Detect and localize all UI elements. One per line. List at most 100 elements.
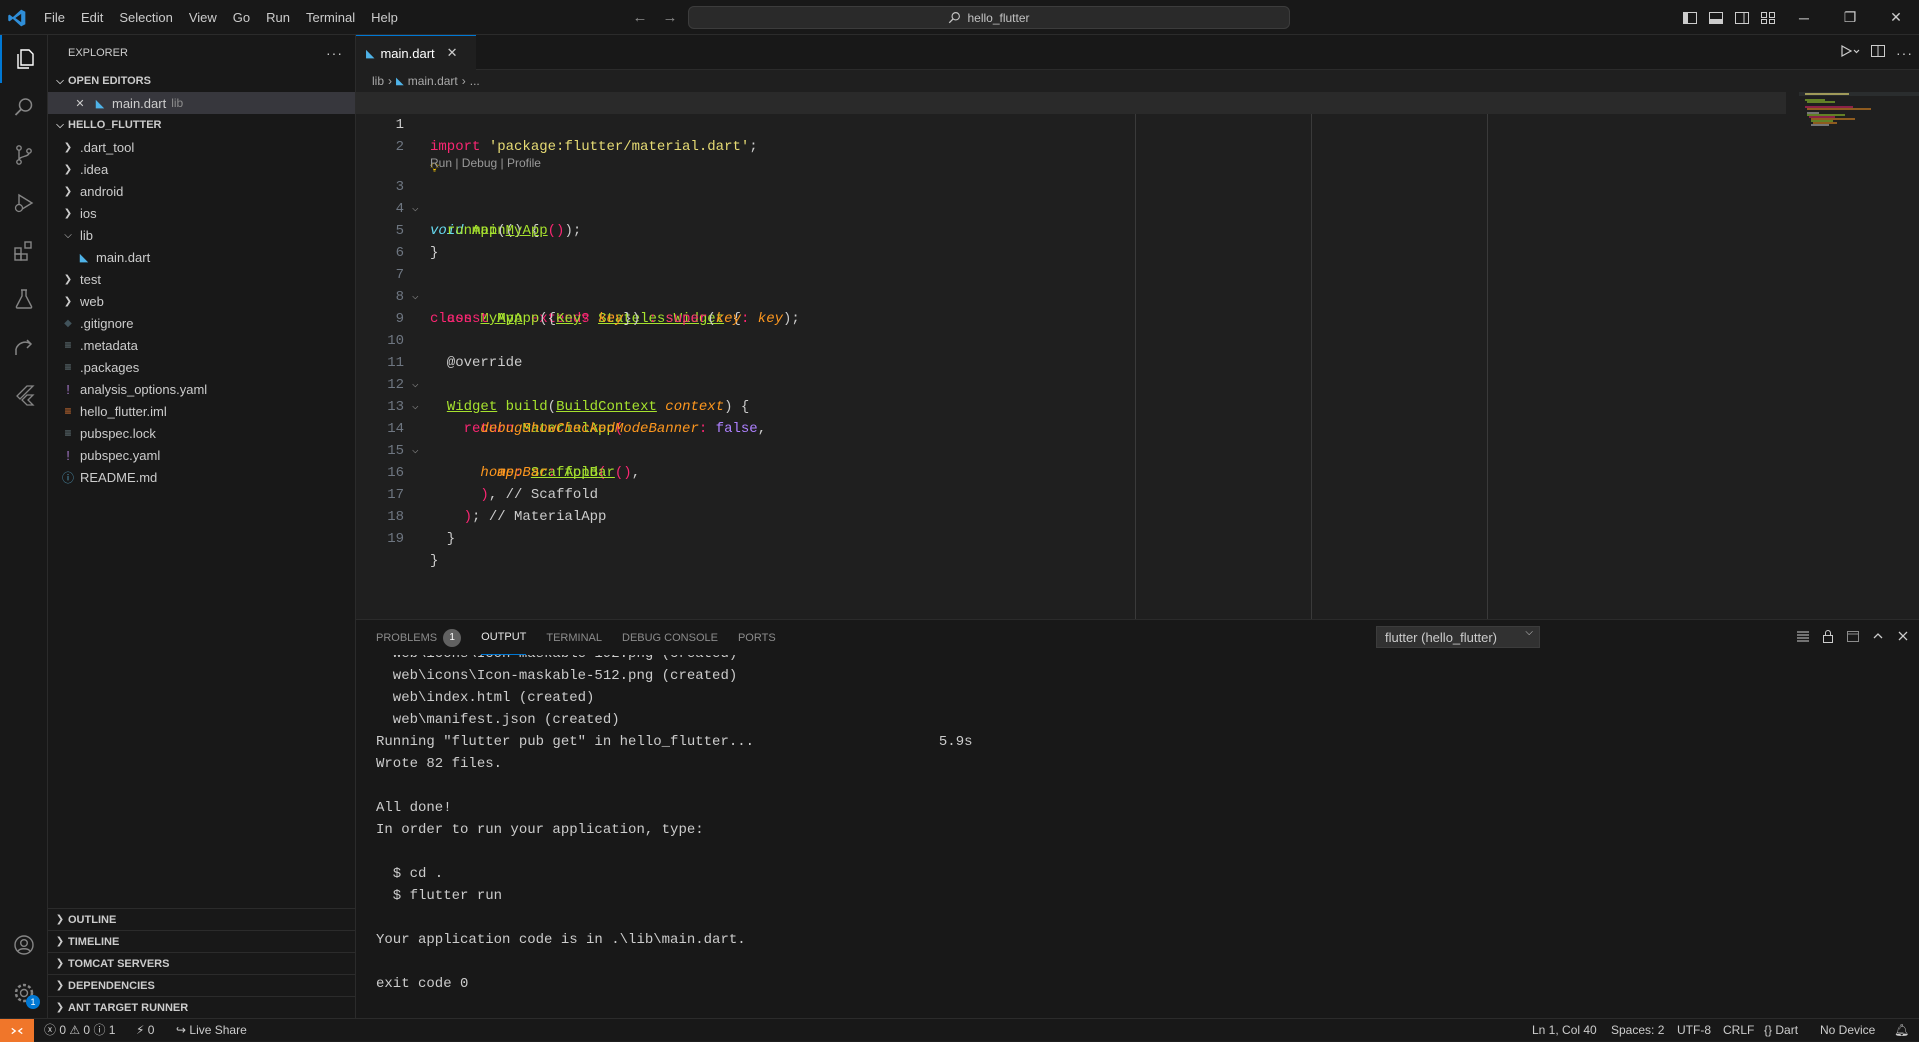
manage-gear-icon[interactable]: 1	[0, 969, 48, 1017]
tree-item[interactable]: ≡ .metadata	[48, 334, 355, 356]
code-lens[interactable]: Run | Debug | Profile	[356, 136, 1786, 170]
tree-item[interactable]: ⓘ README.md	[48, 466, 355, 488]
command-center[interactable]: hello_flutter	[688, 6, 1290, 29]
more-actions-icon[interactable]: ···	[326, 45, 343, 61]
timeline-section[interactable]: ❯ TIMELINE	[48, 930, 356, 952]
back-arrow-icon[interactable]: ←	[630, 8, 650, 28]
remote-indicator[interactable]	[0, 1019, 34, 1042]
live-share-status[interactable]: ↪ Live Share	[176, 1019, 247, 1042]
editor-more-actions-icon[interactable]: ···	[1896, 45, 1913, 61]
tree-item[interactable]: ◣ main.dart	[48, 246, 355, 268]
outline-section[interactable]: ❯ OUTLINE	[48, 908, 356, 930]
tree-item[interactable]: ◆ .gitignore	[48, 312, 355, 334]
close-panel-icon[interactable]	[1895, 628, 1911, 647]
tree-item-label: .gitignore	[80, 315, 134, 331]
breadcrumb-main-dart[interactable]: main.dart	[408, 74, 458, 88]
minimap[interactable]	[1799, 92, 1919, 619]
eol-status[interactable]: CRLF	[1723, 1019, 1754, 1042]
output-line: web\manifest.json (created)	[376, 712, 620, 728]
restore-icon[interactable]: ❐	[1827, 0, 1873, 35]
tree-item[interactable]: ! pubspec.yaml	[48, 444, 355, 466]
toggle-secondary-sidebar-icon[interactable]	[1732, 8, 1752, 28]
tree-item[interactable]: ❯ .idea	[48, 158, 355, 180]
output-line: $ flutter run	[376, 888, 503, 904]
tree-item[interactable]: ≡ hello_flutter.iml	[48, 400, 355, 422]
indentation-status[interactable]: Spaces: 2	[1611, 1019, 1664, 1042]
output-line: All done!	[376, 800, 452, 816]
dependencies-section[interactable]: ❯ DEPENDENCIES	[48, 974, 356, 996]
customize-layout-icon[interactable]	[1758, 8, 1778, 28]
flutter-devtools-icon[interactable]	[0, 371, 48, 419]
output-channel-select[interactable]: flutter (hello_flutter) ⌵	[1376, 626, 1540, 648]
device-status[interactable]: No Device	[1820, 1019, 1875, 1042]
tree-item[interactable]: ❯ .dart_tool	[48, 136, 355, 158]
output-view[interactable]: web\icons\Icon-maskable-192.png (created…	[376, 655, 1896, 1019]
menu-terminal[interactable]: Terminal	[298, 6, 363, 30]
close-window-icon[interactable]: ✕	[1873, 0, 1919, 35]
tomcat-servers-section[interactable]: ❯ TOMCAT SERVERS	[48, 952, 356, 974]
toggle-panel-icon[interactable]	[1706, 8, 1726, 28]
menu-help[interactable]: Help	[363, 6, 406, 30]
tab-problems[interactable]: PROBLEMS 1	[376, 620, 462, 655]
source-control-icon[interactable]	[0, 131, 48, 179]
menu-selection[interactable]: Selection	[111, 6, 180, 30]
run-debug-icon[interactable]	[0, 179, 48, 227]
tree-item[interactable]: ⌵ lib	[48, 224, 355, 246]
dart-file-icon: ◣	[396, 75, 404, 87]
code-line: 12 ⌵ return MaterialApp(	[356, 352, 1786, 437]
open-editor-main-dart[interactable]: ✕ ◣ main.dart lib	[48, 92, 355, 114]
tab-debug-console[interactable]: DEBUG CONSOLE	[622, 620, 718, 655]
tree-item-label: main.dart	[96, 249, 151, 265]
remote-explorer-icon[interactable]	[0, 323, 48, 371]
tab-output[interactable]: OUTPUT	[481, 620, 527, 655]
close-editor-icon[interactable]: ✕	[72, 97, 88, 110]
tree-item[interactable]: ❯ android	[48, 180, 355, 202]
accounts-icon[interactable]	[0, 921, 48, 969]
tab-main-dart[interactable]: ◣ main.dart ✕	[356, 35, 476, 70]
git-file-icon: ◆	[64, 317, 72, 329]
code-editor[interactable]: 1 import 'package:flutter/material.dart'…	[356, 92, 1786, 619]
chevron-up-icon[interactable]	[1870, 628, 1886, 647]
tree-item[interactable]: ❯ ios	[48, 202, 355, 224]
tree-item[interactable]: ❯ web	[48, 290, 355, 312]
language-status[interactable]: {} Dart	[1764, 1019, 1798, 1042]
breadcrumb-lib[interactable]: lib	[372, 74, 384, 88]
tree-item[interactable]: ≡ pubspec.lock	[48, 422, 355, 444]
chevron-right-icon: ❯	[63, 163, 73, 175]
tab-ports[interactable]: PORTS	[738, 620, 776, 655]
output-list-icon[interactable]	[1795, 628, 1811, 647]
output-line: Running "flutter pub get" in hello_flutt…	[376, 734, 973, 750]
output-line: Your application code is in .\lib\main.d…	[376, 932, 746, 948]
explorer-icon[interactable]	[0, 35, 48, 83]
ports-status[interactable]: ⚡︎ 0	[136, 1019, 154, 1042]
tree-item[interactable]: ≡ .packages	[48, 356, 355, 378]
extensions-icon[interactable]	[0, 227, 48, 275]
project-header[interactable]: ⌵ HELLO_FLUTTER	[48, 114, 355, 136]
encoding-status[interactable]: UTF-8	[1677, 1019, 1711, 1042]
run-debug-dropdown-icon[interactable]	[1838, 43, 1860, 62]
tree-item[interactable]: ! analysis_options.yaml	[48, 378, 355, 400]
menu-view[interactable]: View	[181, 6, 225, 30]
minimize-icon[interactable]: ─	[1781, 0, 1827, 35]
open-editors-header[interactable]: ⌵ OPEN EDITORS	[48, 70, 355, 92]
forward-arrow-icon[interactable]: →	[660, 8, 680, 28]
split-editor-icon[interactable]	[1870, 43, 1886, 62]
search-activity-icon[interactable]	[0, 83, 48, 131]
tree-item[interactable]: ❯ test	[48, 268, 355, 290]
close-tab-icon[interactable]: ✕	[447, 45, 458, 61]
menu-file[interactable]: File	[36, 6, 73, 30]
open-in-editor-icon[interactable]	[1845, 628, 1861, 647]
testing-flask-icon[interactable]	[0, 275, 48, 323]
toggle-primary-sidebar-icon[interactable]	[1680, 8, 1700, 28]
breadcrumb-ellipsis[interactable]: ...	[470, 74, 480, 88]
notifications-bell-icon[interactable]: 🔔︎	[1894, 1019, 1909, 1042]
menu-run[interactable]: Run	[258, 6, 298, 30]
menu-edit[interactable]: Edit	[73, 6, 111, 30]
problems-status[interactable]: ⓧ 0 ⚠ 0 ⓘ 1	[44, 1019, 115, 1042]
lock-icon[interactable]	[1820, 628, 1836, 647]
menu-go[interactable]: Go	[225, 6, 258, 30]
cursor-position[interactable]: Ln 1, Col 40	[1532, 1019, 1597, 1042]
tab-terminal[interactable]: TERMINAL	[546, 620, 602, 655]
code-line: 17 ); // MaterialApp	[356, 462, 1786, 525]
ant-target-runner-section[interactable]: ❯ ANT TARGET RUNNER	[48, 996, 356, 1018]
